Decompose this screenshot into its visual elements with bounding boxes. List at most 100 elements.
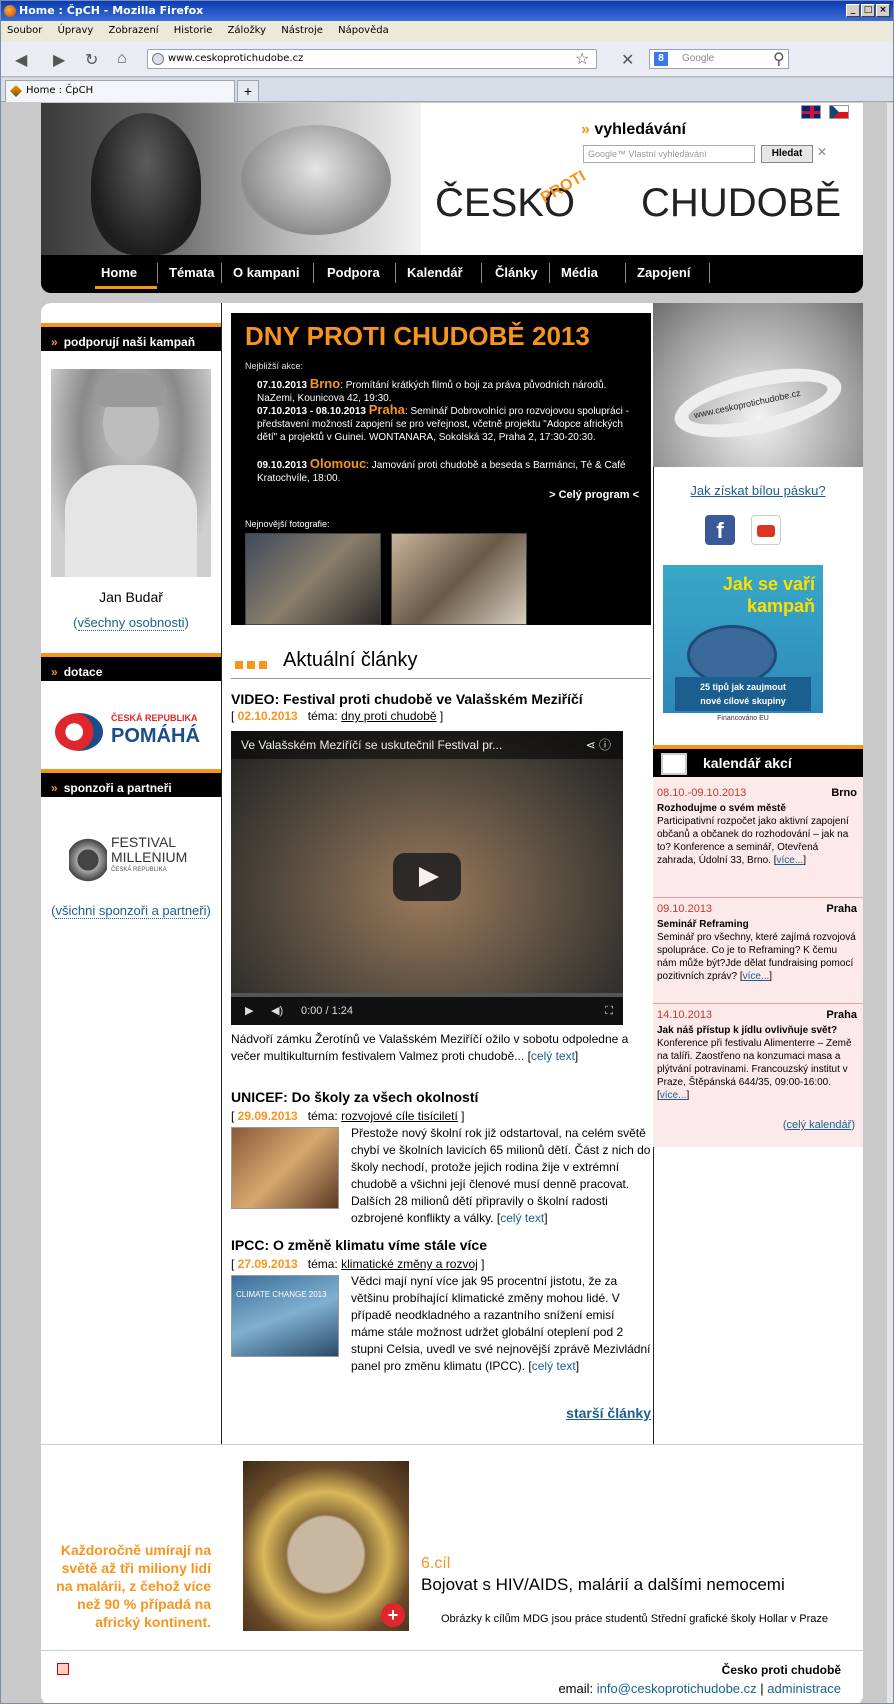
- fullscreen-icon[interactable]: ⛶: [605, 997, 613, 1025]
- admin-link[interactable]: administrace: [767, 1681, 841, 1696]
- volume-icon[interactable]: ◀): [271, 997, 283, 1025]
- article-title[interactable]: VIDEO: Festival proti chudobě ve Valašsk…: [231, 691, 583, 707]
- home-icon[interactable]: ⌂: [117, 50, 127, 68]
- clear-search-icon[interactable]: ✕: [817, 145, 827, 159]
- page-scrollbar[interactable]: [887, 103, 893, 1703]
- footer-contact: email: info@ceskoprotichudobe.cz | admin…: [558, 1681, 841, 1696]
- article-title[interactable]: IPCC: O změně klimatu víme stále více: [231, 1237, 487, 1253]
- menu-historie[interactable]: Historie: [174, 25, 213, 36]
- tab-home[interactable]: Home : ČpCH: [5, 80, 235, 102]
- festival-millenium-logo[interactable]: FESTIVAL MILLENIUM ČESKÁ REPUBLIKA: [69, 831, 199, 891]
- menu-nastroje[interactable]: Nástroje: [281, 25, 323, 36]
- read-more-link[interactable]: celý text: [531, 1049, 575, 1063]
- article-meta: [ 27.09.2013 téma: klimatické změny a ro…: [231, 1257, 485, 1271]
- bookmark-star-icon[interactable]: ☆: [575, 49, 589, 69]
- menu-zobrazeni[interactable]: Zobrazení: [109, 25, 159, 36]
- ceska-republika-pomaha-logo[interactable]: ČESKÁ REPUBLIKA POMÁHÁ: [55, 711, 211, 751]
- stop-icon[interactable]: ✕: [621, 50, 634, 70]
- url-bar[interactable]: www.ceskoprotichudobe.cz: [147, 49, 597, 69]
- back-icon[interactable]: ◀: [15, 50, 27, 70]
- english-flag-icon[interactable]: [801, 105, 821, 119]
- read-more-link[interactable]: celý text: [500, 1211, 544, 1225]
- article-thumbnail[interactable]: CLIMATE CHANGE 2013: [231, 1275, 339, 1357]
- article-topic-link[interactable]: klimatické změny a rozvoj: [341, 1257, 478, 1271]
- nav-media[interactable]: Média: [561, 265, 598, 280]
- minimize-icon[interactable]: _: [846, 4, 860, 17]
- youtube-video-player[interactable]: Ve Valašském Meziříčí se uskutečnil Fest…: [231, 731, 623, 1025]
- site-header: » vyhledávání Google™ Vlastní vyhledáván…: [41, 103, 863, 255]
- promo-event: 07.10.2013 Brno: Promítání krátkých film…: [257, 376, 607, 404]
- nav-podpora[interactable]: Podpora: [327, 265, 380, 280]
- photo-thumbnail[interactable]: [391, 533, 527, 625]
- search-go-icon[interactable]: ⚲: [773, 49, 785, 69]
- menu-upravy[interactable]: Úpravy: [58, 25, 94, 36]
- header-bowl-image: [241, 125, 391, 235]
- search-button[interactable]: Hledat: [761, 145, 813, 163]
- articles-section-title: Aktuální články: [283, 649, 418, 671]
- menu-zalozky[interactable]: Záložky: [228, 25, 266, 36]
- nav-temata[interactable]: Témata: [169, 265, 215, 280]
- nav-kalendar[interactable]: Kalendář: [407, 265, 463, 280]
- article-thumbnail[interactable]: [231, 1127, 339, 1209]
- tab-label: Home : ČpCH: [26, 85, 94, 96]
- menu-napoveda[interactable]: Nápověda: [338, 25, 389, 36]
- read-more-link[interactable]: celý text: [532, 1359, 576, 1373]
- menu-soubor[interactable]: Soubor: [7, 25, 42, 36]
- close-icon[interactable]: ×: [876, 4, 890, 17]
- ad-title: Jak se vaří kampaň: [722, 574, 815, 616]
- pomaha-bottom-text: POMÁHÁ: [111, 725, 200, 747]
- article-topic-link[interactable]: dny proti chudobě: [341, 709, 436, 723]
- share-icon[interactable]: ⋖ ⓘ: [586, 731, 611, 759]
- browser-search-input[interactable]: 8 Google: [649, 49, 789, 69]
- email-link[interactable]: info@ceskoprotichudobe.cz: [597, 1681, 757, 1696]
- footer-org-name: Česko proti chudobě: [721, 1663, 841, 1677]
- cooking-pot-icon: [687, 625, 777, 685]
- nav-o-kampani[interactable]: O kampani: [233, 265, 299, 280]
- article-title[interactable]: UNICEF: Do školy za všech okolností: [231, 1089, 478, 1105]
- article-excerpt: Vědci mají nyní více jak 95 procentní ji…: [351, 1274, 651, 1373]
- days-against-poverty-banner[interactable]: DNY PROTI CHUDOBĚ 2013 Nejbližší akce: 0…: [231, 313, 651, 625]
- site-search-input[interactable]: Google™ Vlastní vyhledávání: [583, 145, 755, 163]
- google-engine-icon[interactable]: 8: [654, 52, 668, 66]
- czech-flag-icon[interactable]: [829, 105, 849, 119]
- nav-home[interactable]: Home: [101, 265, 137, 280]
- all-sponsors-link[interactable]: (všichni sponzoři a partneři): [41, 903, 221, 919]
- nav-clanky[interactable]: Články: [495, 265, 538, 280]
- article-topic-link[interactable]: rozvojové cíle tisíciletí: [341, 1109, 458, 1123]
- new-tab-button[interactable]: +: [237, 80, 259, 102]
- nav-zapojeni[interactable]: Zapojení: [637, 265, 690, 280]
- youtube-icon[interactable]: [751, 515, 781, 545]
- photo-thumbnail[interactable]: [245, 533, 381, 625]
- white-band-image[interactable]: www.ceskoprotichudobe.cz: [653, 303, 863, 467]
- person-photo[interactable]: [51, 369, 211, 577]
- calendar-list: 08.10.-09.10.2013 Brno Rozhodujme o svém …: [653, 777, 863, 1147]
- menu-bar: Soubor Úpravy Zobrazení Historie Záložky…: [1, 21, 893, 41]
- photos-label: Nejnovější fotografie:: [245, 519, 330, 529]
- millenium-sub: ČESKÁ REPUBLIKA: [111, 867, 167, 873]
- malaria-fact: Každoročně umírají na světě až tři milio…: [56, 1542, 211, 1630]
- calendar-more-link[interactable]: více...: [660, 1090, 687, 1101]
- play-button[interactable]: [393, 853, 461, 901]
- full-calendar-link[interactable]: (celý kalendář): [783, 1119, 855, 1131]
- stats-icon[interactable]: [57, 1663, 69, 1675]
- site-identity-icon[interactable]: [152, 53, 164, 65]
- tab-strip: Home : ČpCH +: [1, 78, 893, 102]
- calendar-icon: [661, 753, 687, 775]
- reload-icon[interactable]: ↻: [85, 50, 98, 70]
- calendar-event: 08.10.-09.10.2013 Brno Rozhodujme o svém …: [657, 787, 857, 866]
- facebook-icon[interactable]: f: [705, 515, 735, 545]
- full-program-link[interactable]: > Celý program <: [549, 489, 639, 501]
- site-logo[interactable]: ČESKO CHUDOBĚ PROTI: [435, 168, 841, 226]
- forward-icon[interactable]: ▶: [53, 50, 65, 70]
- goal-title: Bojovat s HIV/AIDS, malárií a dalšími ne…: [421, 1575, 785, 1594]
- millenium-name: FESTIVAL MILLENIUM: [111, 834, 188, 865]
- older-articles-link[interactable]: starší články: [566, 1405, 651, 1421]
- campaign-ad-banner[interactable]: Jak se vaří kampaň 25 tipů jak zaujmout n…: [663, 565, 823, 725]
- maximize-icon[interactable]: □: [861, 4, 875, 17]
- calendar-more-link[interactable]: více...: [777, 855, 804, 866]
- get-band-link[interactable]: Jak získat bílou pásku?: [653, 483, 863, 498]
- thumbnail-caption: CLIMATE CHANGE 2013: [236, 1290, 327, 1299]
- all-persons-link[interactable]: (všechny osobnosti): [41, 615, 221, 631]
- play-small-icon[interactable]: ▶: [245, 997, 253, 1025]
- calendar-more-link[interactable]: více...: [743, 971, 770, 982]
